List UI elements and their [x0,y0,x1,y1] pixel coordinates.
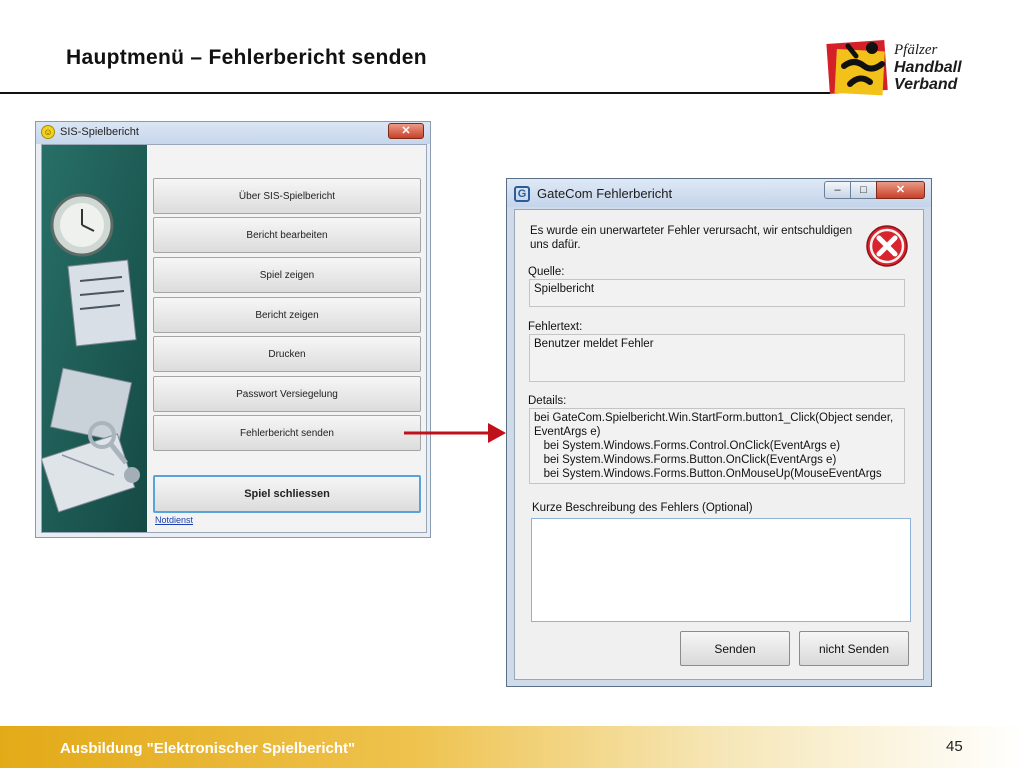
source-field: Spielbericht [529,279,905,307]
print-button[interactable]: Drucken [153,336,421,372]
window-client-area: Über SIS-Spielbericht Bericht bearbeiten… [41,144,427,533]
send-button[interactable]: Senden [680,631,790,666]
source-label: Quelle: [528,266,565,278]
gatecom-app-icon: G [514,186,530,202]
title-divider [0,92,830,94]
dont-send-button[interactable]: nicht Senden [799,631,909,666]
password-seal-button[interactable]: Passwort Versiegelung [153,376,421,412]
handball-figure-icon [826,39,888,96]
slide-title: Hauptmenü – Fehlerbericht senden [66,46,427,69]
decorative-artwork [42,145,147,532]
about-button[interactable]: Über SIS-Spielbericht [153,178,421,214]
error-icon [866,225,908,267]
sis-spielbericht-window: ☺ SIS-Spielbericht ✕ Über SIS-Spielberic… [35,121,431,538]
footer-text: Ausbildung "Elektronischer Spielbericht" [60,740,356,757]
clock-papers-illustration [42,145,147,532]
emergency-link[interactable]: Notdienst [155,515,193,525]
error-message: Es wurde ein unerwarteter Fehler verursa… [530,225,853,251]
send-error-report-button[interactable]: Fehlerbericht senden [153,415,421,451]
errortext-field: Benutzer meldet Fehler [529,334,905,382]
minimize-button[interactable]: – [824,181,851,199]
errortext-label: Fehlertext: [528,321,583,333]
page-number: 45 [946,738,963,755]
window-client-area: Es wurde ein unerwarteter Fehler verursa… [514,209,924,680]
logo-line-handball: Handball [894,59,962,76]
edit-report-button[interactable]: Bericht bearbeiten [153,217,421,253]
description-input[interactable] [531,518,911,622]
show-report-button[interactable]: Bericht zeigen [153,297,421,333]
logo-line-pfaelzer: Pfälzer [894,42,938,58]
details-field: bei GateCom.Spielbericht.Win.StartForm.b… [529,408,905,484]
logo-line-verband: Verband [894,76,958,93]
close-button[interactable]: ✕ [388,123,424,139]
smiley-icon: ☺ [41,125,55,139]
handball-verband-logo: Pfälzer Handball Verband [826,36,986,98]
show-game-button[interactable]: Spiel zeigen [153,257,421,293]
pointer-arrow-icon [404,423,506,443]
logo-text: Pfälzer Handball Verband [894,42,962,93]
window-titlebar[interactable]: G GateCom Fehlerbericht – □ ✕ [507,179,931,207]
gatecom-error-report-window: G GateCom Fehlerbericht – □ ✕ Es wurde e… [506,178,932,687]
slide-footer: Ausbildung "Elektronischer Spielbericht"… [0,726,1024,768]
description-label: Kurze Beschreibung des Fehlers (Optional… [532,502,753,514]
window-title: GateCom Fehlerbericht [537,186,673,201]
window-titlebar[interactable]: ☺ SIS-Spielbericht ✕ [36,122,430,144]
window-title: SIS-Spielbericht [60,126,139,138]
maximize-button[interactable]: □ [850,181,877,199]
details-label: Details: [528,395,567,407]
close-button[interactable]: ✕ [876,181,925,199]
close-game-button[interactable]: Spiel schliessen [153,475,421,513]
menu-panel: Über SIS-Spielbericht Bericht bearbeiten… [147,145,426,532]
